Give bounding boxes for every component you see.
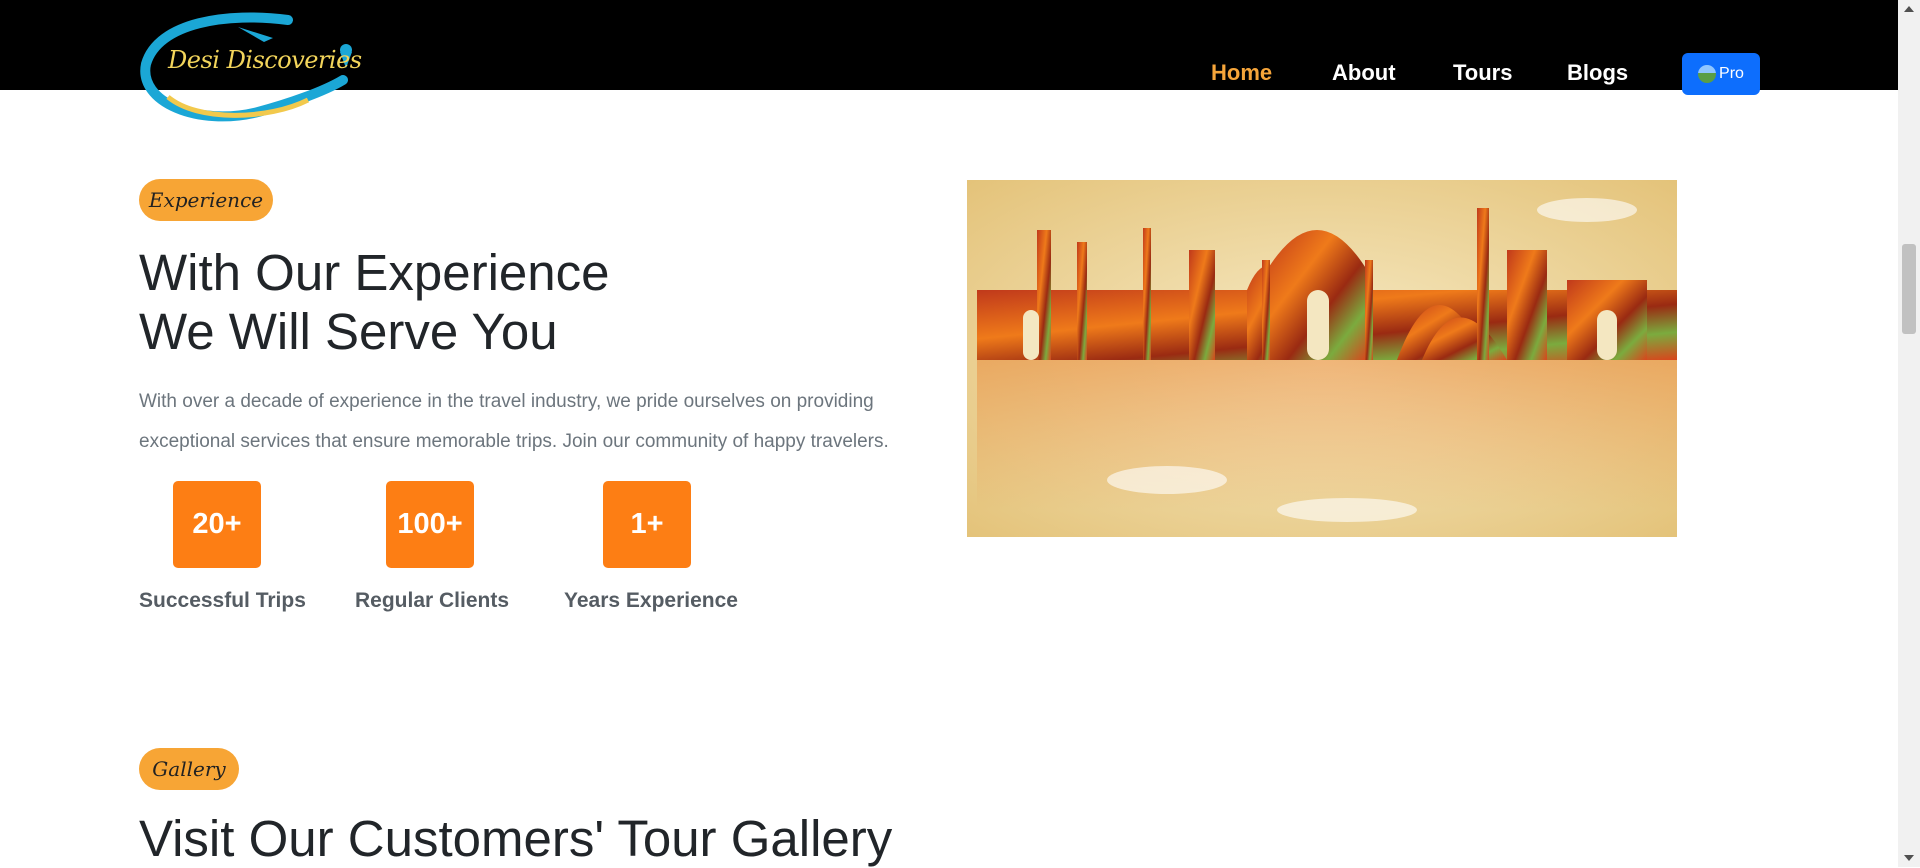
profile-button[interactable]: Pro [1682,53,1760,95]
nav-blogs[interactable]: Blogs [1567,60,1628,86]
scroll-down-arrow-icon[interactable] [1904,855,1914,861]
profile-button-label: Pro [1719,65,1744,82]
stat-trips-label: Successful Trips [139,589,306,612]
stat-years-label: Years Experience [564,589,738,612]
nav-about[interactable]: About [1332,60,1396,86]
logo-text: Desi Discoveries [168,46,362,74]
nav-tours[interactable]: Tours [1453,60,1512,86]
experience-title-line2: We Will Serve You [139,303,558,360]
site-logo[interactable]: Desi Discoveries [138,12,362,130]
gallery-title: Visit Our Customers' Tour Gallery [139,810,893,867]
india-skyline-image [967,180,1677,537]
page-scrollbar[interactable] [1898,0,1920,867]
nav-home[interactable]: Home [1211,60,1272,86]
stat-clients-label: Regular Clients [355,589,510,612]
scrollbar-thumb[interactable] [1902,244,1916,334]
scroll-up-arrow-icon[interactable] [1904,6,1914,12]
stat-trips-value: 20+ [173,481,261,568]
experience-description: With over a decade of experience in the … [139,391,889,452]
gallery-badge: Gallery [139,748,239,790]
stat-clients-value: 100+ [386,481,474,568]
experience-title-line1: With Our Experience [139,244,610,301]
profile-avatar-icon [1698,65,1717,83]
stat-years-value: 1+ [603,481,691,568]
experience-badge: Experience [139,179,273,221]
